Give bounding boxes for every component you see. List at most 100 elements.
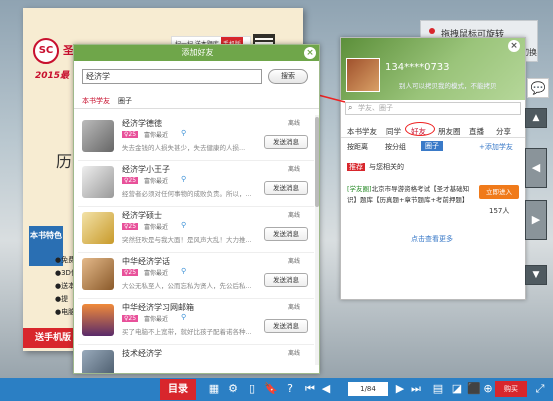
avatar — [82, 166, 114, 198]
location-icon: ⚲ — [181, 129, 187, 137]
book-big-title: 历 — [56, 152, 73, 171]
prev-page-icon[interactable]: ◀ — [318, 381, 334, 397]
panel-close-button[interactable]: × — [508, 40, 520, 52]
send-message-button[interactable]: 发送消息 — [264, 319, 308, 333]
tab-classmates[interactable]: 同学 — [386, 126, 401, 137]
book-year-title: 2015最 — [35, 71, 70, 81]
next-page-icon[interactable]: ▶ — [392, 381, 408, 397]
scrollbar-thumb[interactable] — [315, 117, 319, 207]
result-signature: 突然狂吹是与我大面！是风声大乱！大力推... — [122, 236, 252, 244]
first-page-icon[interactable]: ⏮ — [302, 381, 318, 397]
result-signature: 经营者必须对任何事物的成败负责。所以，... — [122, 190, 252, 198]
tab-book-friends[interactable]: 本书学友 — [347, 126, 377, 137]
result-name: 经济学德徳 — [122, 119, 162, 128]
fullscreen-icon[interactable]: ⤢ — [532, 381, 548, 397]
avatar — [82, 350, 114, 373]
tooltip-pin-icon — [429, 28, 435, 34]
list-item[interactable]: 中华经济学话 ♀25 富你最近 ⚲ 大公无私至人，公而忘私为贤人，先公后私...… — [78, 253, 314, 299]
avatar — [82, 120, 114, 152]
location-icon: ⚲ — [181, 313, 187, 321]
age-badge: ♀25 — [122, 223, 139, 230]
profile-signature: 别人可以拷贝我的模式，不能拷贝 — [399, 82, 497, 90]
tab-share[interactable]: 分享 — [496, 126, 511, 137]
page-icon[interactable]: ▯ — [244, 381, 260, 397]
result-name: 中华经济学习网邮箱 — [122, 303, 194, 312]
send-message-button[interactable]: 发送消息 — [264, 135, 308, 149]
list-item[interactable]: 经济学小王子 ♀25 富你最近 ⚲ 经营者必须对任何事物的成败负责。所以，...… — [78, 161, 314, 207]
group-description[interactable]: [学友圈]北京市导游资格考试【圣才基础知识】题库【历真题+章节题库+考前押题】 — [347, 184, 475, 206]
send-message-button[interactable]: 发送消息 — [264, 181, 308, 195]
result-signature: 买了电脑不上宽带，就好比孩子配着诺各种... — [122, 328, 252, 336]
avatar — [82, 258, 114, 290]
bookmark-icon[interactable]: 🔖 — [263, 381, 279, 397]
book-logo: SC — [33, 38, 59, 64]
list-icon[interactable]: ▤ — [430, 381, 446, 397]
tab-moments[interactable]: 朋友圈 — [438, 126, 461, 137]
list-item[interactable]: 经济学德徳 ♀25 富你最近 ⚲ 失去金钱的人损失甚少，失去健康的人损... 离… — [78, 115, 314, 161]
add-friend-dialog: 添加好友 × 经济学 搜索 本书学友 圈子 经济学德徳 ♀25 富你最近 ⚲ 失… — [73, 44, 320, 374]
rotate-left-button[interactable]: ◀ — [525, 148, 547, 188]
status-text: 离线 — [288, 166, 301, 173]
age-badge: ♀25 — [122, 269, 139, 276]
dialog-title: 添加好友 — [74, 45, 319, 61]
member-count: 157人 — [489, 207, 510, 215]
section-title-text: 与您相关的 — [369, 163, 404, 171]
divider — [74, 108, 319, 109]
status-text: 离线 — [288, 350, 301, 357]
result-signature: 失去金钱的人损失甚少，失去健康的人损... — [122, 144, 246, 152]
avatar — [82, 304, 114, 336]
result-list: 经济学德徳 ♀25 富你最近 ⚲ 失去金钱的人损失甚少，失去健康的人损... 离… — [78, 115, 314, 373]
search-input[interactable]: 经济学 — [82, 69, 262, 84]
subtab-distance[interactable]: 按距离 — [347, 142, 368, 152]
list-item[interactable]: 技术经济学 离线 — [78, 345, 314, 373]
tab-book-friends[interactable]: 本书学友 — [82, 96, 110, 106]
grid-icon[interactable]: ▦ — [206, 381, 222, 397]
social-panel: 134****0733 别人可以拷贝我的模式，不能拷贝 × 学友、圈子 ⌕ 本书… — [340, 37, 526, 300]
status-text: 离线 — [288, 212, 301, 219]
scroll-top-button[interactable]: ▲ — [525, 108, 547, 128]
last-page-icon[interactable]: ⏭ — [408, 381, 424, 397]
result-level: 富你最近 — [144, 270, 169, 277]
gear-icon[interactable]: ⚙ — [225, 381, 241, 397]
page-indicator[interactable]: 1/84 — [348, 382, 388, 396]
send-message-button[interactable]: 发送消息 — [264, 227, 308, 241]
rotate-right-button[interactable]: ▶ — [525, 200, 547, 240]
zoom-icon[interactable]: ⊕ — [480, 381, 496, 397]
add-friend-link[interactable]: +添加学友 — [479, 142, 513, 152]
section-title: 推荐 与您相关的 — [347, 162, 404, 172]
subtab-circles[interactable]: 圈子 — [421, 141, 443, 151]
tab-live[interactable]: 直播 — [469, 126, 484, 137]
status-text: 离线 — [288, 120, 301, 127]
result-level: 富你最近 — [144, 224, 169, 231]
age-badge: ♀25 — [122, 177, 139, 184]
send-message-button[interactable]: 发送消息 — [264, 273, 308, 287]
age-badge: ♀25 — [122, 131, 139, 138]
highlight-circle — [405, 122, 435, 136]
panel-search-input[interactable]: 学友、圈子 — [345, 102, 521, 115]
location-icon: ⚲ — [181, 221, 187, 229]
location-icon: ⚲ — [181, 267, 187, 275]
result-level: 富你最近 — [144, 132, 169, 139]
tab-circles[interactable]: 圈子 — [118, 96, 132, 106]
more-link[interactable]: 点击查看更多 — [411, 234, 453, 244]
result-name: 经济学硕士 — [122, 211, 162, 220]
toc-button[interactable]: 目录 — [160, 379, 196, 400]
profile-name: 134****0733 — [385, 62, 450, 73]
status-text: 离线 — [288, 304, 301, 311]
image-icon[interactable]: ◪ — [449, 381, 465, 397]
join-button[interactable]: 立即进入 — [479, 185, 519, 199]
age-badge: ♀25 — [122, 315, 139, 322]
subtab-group[interactable]: 按分组 — [385, 142, 406, 152]
group-tag: [学友圈] — [347, 185, 372, 193]
chat-icon[interactable]: 💬 — [527, 78, 549, 98]
result-name: 中华经济学话 — [122, 257, 170, 266]
result-level: 富你最近 — [144, 178, 169, 185]
scroll-bottom-button[interactable]: ▼ — [525, 265, 547, 285]
list-item[interactable]: 中华经济学习网邮箱 ♀25 富你最近 ⚲ 买了电脑不上宽带，就好比孩子配着诺各种… — [78, 299, 314, 345]
list-item[interactable]: 经济学硕士 ♀25 富你最近 ⚲ 突然狂吹是与我大面！是风声大乱！大力推... … — [78, 207, 314, 253]
result-name: 技术经济学 — [122, 349, 162, 358]
close-button[interactable]: × — [304, 47, 316, 59]
help-icon[interactable]: ? — [282, 381, 298, 397]
search-button[interactable]: 搜索 — [268, 69, 308, 84]
buy-button[interactable]: 购买 — [495, 381, 527, 397]
